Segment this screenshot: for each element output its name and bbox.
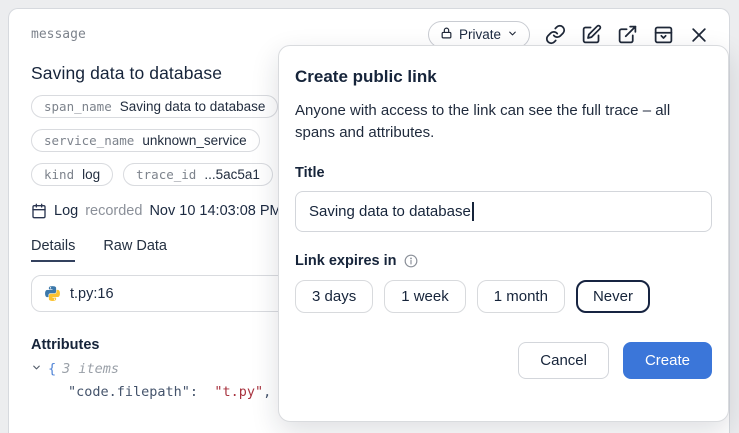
json-item-count: 3 items — [62, 361, 119, 377]
toolbar: Private — [428, 21, 709, 48]
text-caret — [472, 202, 474, 221]
expire-option-never[interactable]: Never — [576, 280, 650, 313]
link-icon — [545, 24, 566, 45]
privacy-label: Private — [459, 27, 501, 42]
chip-value: Saving data to database — [120, 99, 266, 114]
record-verb: recorded — [85, 203, 142, 219]
expire-option-1-week[interactable]: 1 week — [384, 280, 466, 313]
title-input[interactable]: Saving data to database — [295, 191, 712, 232]
chip-value: log — [82, 167, 100, 182]
collapse-chevron-icon[interactable] — [31, 362, 42, 376]
chip-span-name[interactable]: span_name Saving data to database — [31, 95, 278, 118]
expire-options: 3 days 1 week 1 month Never — [295, 280, 712, 313]
chip-key: trace_id — [136, 167, 196, 182]
chevron-down-icon — [507, 27, 518, 42]
chip-kind[interactable]: kind log — [31, 163, 113, 186]
open-external-button[interactable] — [617, 24, 638, 45]
expire-option-1-month[interactable]: 1 month — [477, 280, 565, 313]
title-field-label: Title — [295, 165, 712, 181]
title-input-value: Saving data to database — [309, 203, 471, 220]
chip-service-name[interactable]: service_name unknown_service — [31, 129, 260, 152]
tab-raw-data[interactable]: Raw Data — [103, 238, 167, 262]
dialog-description: Anyone with access to the link can see t… — [295, 100, 712, 144]
cancel-button[interactable]: Cancel — [518, 342, 609, 379]
lock-icon — [440, 26, 453, 43]
create-public-link-dialog: Create public link Anyone with access to… — [278, 45, 729, 422]
chip-key: span_name — [44, 99, 112, 114]
record-timestamp: Nov 10 14:03:08 PM — [149, 203, 281, 219]
create-button[interactable]: Create — [623, 342, 712, 379]
chip-trace-id[interactable]: trace_id ...5ac5a1 — [123, 163, 273, 186]
panel-header: message Private — [31, 21, 709, 48]
source-location-label: t.py:16 — [70, 286, 114, 302]
chip-value: unknown_service — [142, 133, 246, 148]
copy-link-button[interactable] — [545, 24, 566, 45]
expire-option-3-days[interactable]: 3 days — [295, 280, 373, 313]
chip-key: kind — [44, 167, 74, 182]
chip-key: service_name — [44, 133, 134, 148]
close-icon — [689, 25, 709, 45]
expires-label: Link expires in — [295, 253, 397, 269]
dialog-footer: Cancel Create — [295, 342, 712, 379]
expires-label-row: Link expires in — [295, 253, 712, 269]
edit-icon — [581, 24, 602, 45]
panel-dock-icon — [653, 24, 674, 45]
info-icon[interactable] — [404, 254, 418, 268]
json-comma: , — [263, 384, 271, 400]
tab-details[interactable]: Details — [31, 238, 75, 262]
close-panel-button[interactable] — [689, 25, 709, 45]
calendar-icon — [31, 203, 47, 219]
python-icon — [44, 285, 61, 302]
edit-button[interactable] — [581, 24, 602, 45]
dock-panel-button[interactable] — [653, 24, 674, 45]
privacy-dropdown[interactable]: Private — [428, 21, 530, 48]
json-value: "t.py" — [214, 384, 263, 400]
json-open-brace: { — [48, 361, 56, 377]
open-external-icon — [617, 24, 638, 45]
json-key: "code.filepath": — [68, 384, 198, 400]
message-field-label: message — [31, 27, 86, 42]
record-type: Log — [54, 203, 78, 219]
dialog-title: Create public link — [295, 67, 712, 87]
chip-value: ...5ac5a1 — [204, 167, 260, 182]
